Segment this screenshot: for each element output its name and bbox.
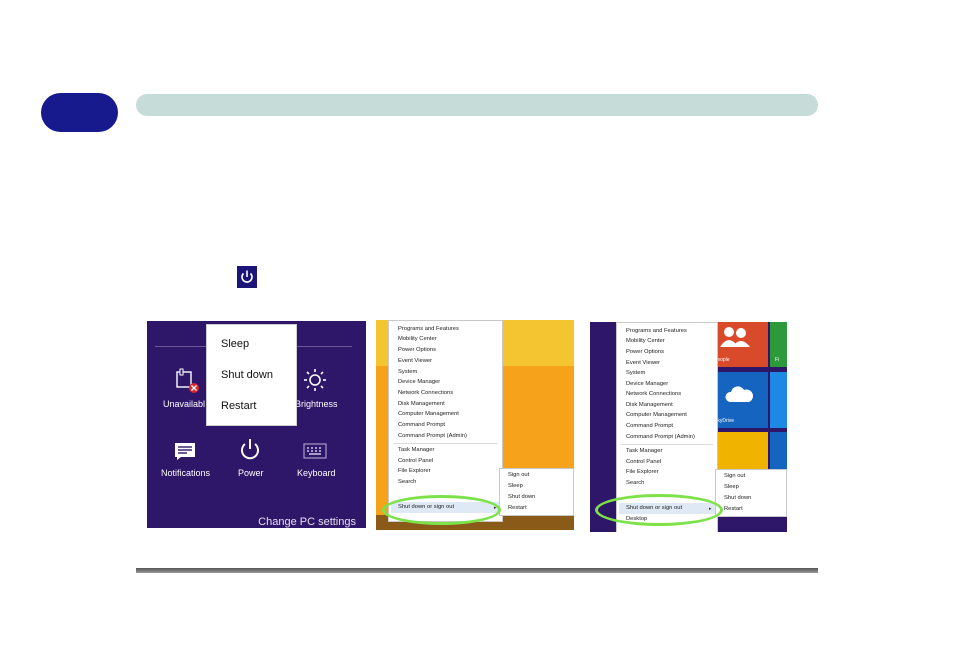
sign-out-option[interactable]: Sign out [508, 472, 529, 478]
notifications-icon [174, 442, 196, 465]
footer-rule [136, 568, 818, 573]
tile-partial-label: Fi [775, 357, 780, 363]
menu-item[interactable]: Mobility Center [626, 338, 665, 344]
shutdown-submenu: Sign out Sleep Shut down Restart [715, 469, 787, 517]
power-icon [237, 266, 257, 288]
context-menu: Programs and Features Mobility Center Po… [388, 320, 503, 522]
menu-item[interactable]: Device Manager [626, 381, 668, 387]
keyboard-icon [303, 443, 327, 464]
skydrive-tile: SkyDrive [712, 372, 768, 428]
menu-item[interactable]: Command Prompt [398, 422, 445, 428]
restart-option[interactable]: Restart [508, 505, 527, 511]
desktop-context-menu-screenshot: Programs and Features Mobility Center Po… [376, 320, 574, 530]
chapter-tab [41, 93, 118, 132]
menu-item[interactable]: Network Connections [398, 390, 453, 396]
shut-down-option[interactable]: Shut down [508, 494, 535, 500]
sign-out-option[interactable]: Sign out [724, 473, 745, 479]
menu-item[interactable]: Device Manager [398, 379, 440, 385]
menu-item[interactable]: Search [398, 479, 416, 485]
tile-partial: Fi [770, 322, 787, 367]
power-flyout-menu: Sleep Shut down Restart [206, 324, 297, 426]
tile-partial-blue-2 [770, 432, 787, 470]
menu-item[interactable]: Mobility Center [398, 336, 437, 342]
people-tile: People [712, 322, 768, 367]
restart-option[interactable]: Restart [724, 506, 743, 512]
shutdown-submenu: Sign out Sleep Shut down Restart [499, 468, 574, 516]
start-screen-context-menu-screenshot: People Fi SkyDrive Programs and Features… [590, 322, 787, 532]
tile-partial-blue [770, 372, 787, 428]
network-unavailable-icon [174, 367, 200, 398]
menu-item[interactable]: File Explorer [398, 468, 431, 474]
change-pc-settings-link[interactable]: Change PC settings [258, 516, 356, 528]
menu-item[interactable]: Task Manager [398, 447, 434, 453]
menu-item[interactable]: Command Prompt [626, 423, 673, 429]
menu-item[interactable]: Power Options [626, 349, 664, 355]
people-icon [720, 327, 750, 347]
charms-settings-screenshot: Unavailabl Brightness Notifications Powe… [147, 321, 366, 528]
menu-separator [621, 444, 713, 445]
header-bar [136, 94, 818, 116]
shut-down-option[interactable]: Shut down [221, 369, 273, 381]
menu-item[interactable]: Search [626, 480, 644, 486]
menu-item[interactable]: System [626, 370, 645, 376]
menu-item[interactable]: Disk Management [398, 401, 445, 407]
menu-item[interactable]: System [398, 369, 417, 375]
menu-item[interactable]: Command Prompt (Admin) [626, 434, 695, 440]
sleep-option[interactable]: Sleep [724, 484, 739, 490]
menu-item[interactable]: Control Panel [626, 459, 661, 465]
menu-item[interactable]: Programs and Features [626, 328, 687, 334]
menu-item[interactable]: Power Options [398, 347, 436, 353]
sleep-option[interactable]: Sleep [508, 483, 523, 489]
tile-yellow [712, 432, 768, 470]
menu-item[interactable]: Programs and Features [398, 326, 459, 332]
sleep-option[interactable]: Sleep [221, 338, 249, 350]
tile-label-network: Unavailabl [163, 399, 206, 409]
menu-item[interactable]: Command Prompt (Admin) [398, 433, 467, 439]
brightness-icon [303, 368, 327, 397]
tile-label-brightness: Brightness [295, 399, 338, 409]
shut-down-option[interactable]: Shut down [724, 495, 751, 501]
cloud-icon [725, 386, 753, 402]
menu-item[interactable]: Event Viewer [398, 358, 432, 364]
menu-item[interactable]: Task Manager [626, 448, 662, 454]
tile-label-keyboard: Keyboard [297, 468, 336, 478]
highlight-ring [382, 495, 501, 525]
restart-option[interactable]: Restart [221, 400, 256, 412]
menu-item[interactable]: Network Connections [626, 391, 681, 397]
tile-label-notifications: Notifications [161, 468, 211, 478]
menu-item[interactable]: Computer Management [398, 411, 459, 417]
menu-separator [393, 443, 498, 444]
menu-item[interactable]: Computer Management [626, 412, 687, 418]
power-icon[interactable] [238, 438, 262, 467]
tile-label-power: Power [238, 468, 264, 478]
menu-item[interactable]: Disk Management [626, 402, 673, 408]
highlight-ring [595, 494, 723, 526]
menu-item[interactable]: Control Panel [398, 458, 433, 464]
menu-item[interactable]: Event Viewer [626, 360, 660, 366]
menu-item[interactable]: File Explorer [626, 469, 659, 475]
